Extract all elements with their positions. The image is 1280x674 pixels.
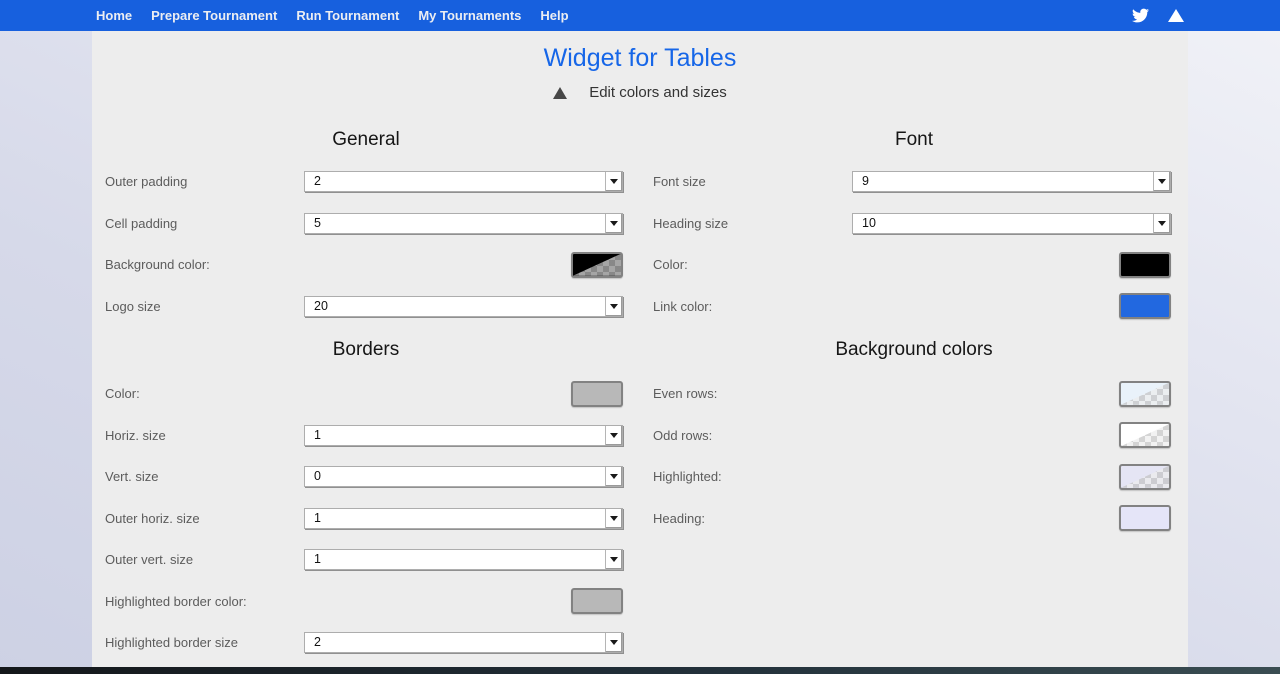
nav-item-help[interactable]: Help [540,0,568,31]
link-color-swatch[interactable] [1119,293,1171,319]
chevron-down-icon[interactable] [605,633,622,652]
combo-value: 9 [853,172,1153,191]
left-column: General Outer padding 2 Cell padding 5 B… [92,103,640,664]
edit-colors-toggle-label: Edit colors and sizes [589,84,727,101]
field-row: Outer vert. size 1 [92,539,640,581]
twitter-icon[interactable] [1130,7,1151,24]
up-triangle-icon [553,87,567,99]
field-row: Highlighted border color: [92,581,640,623]
even-rows-color-swatch[interactable] [1119,381,1171,407]
field-label: Vert. size [105,469,304,484]
field-row: Link color: [640,286,1188,328]
combo-value: 1 [305,426,605,445]
field-label: Even rows: [653,386,852,401]
field-row: Horiz. size 1 [92,415,640,457]
bottom-edge [0,667,1280,674]
background-color-swatch[interactable] [571,252,623,278]
field-label: Heading: [653,511,852,526]
chevron-down-icon[interactable] [605,467,622,486]
field-label: Outer horiz. size [105,511,304,526]
combo-value: 2 [305,633,605,652]
field-row: Outer horiz. size 1 [92,498,640,540]
heading-color-swatch[interactable] [1119,505,1171,531]
field-row: Cell padding 5 [92,203,640,245]
field-row: Even rows: [640,373,1188,415]
chevron-down-icon[interactable] [1153,172,1170,191]
edit-colors-toggle[interactable]: Edit colors and sizes [92,82,1188,103]
heading-size-select[interactable]: 10 [852,213,1171,234]
field-label: Highlighted border color: [105,594,304,609]
nav-item-my-tournaments[interactable]: My Tournaments [418,0,521,31]
field-row: Color: [92,373,640,415]
field-label: Highlighted border size [105,635,304,650]
field-row: Highlighted: [640,456,1188,498]
field-label: Color: [653,257,852,272]
field-label: Link color: [653,299,852,314]
navbar: Home Prepare Tournament Run Tournament M… [0,0,1280,31]
outer-vert-size-select[interactable]: 1 [304,549,623,570]
outer-padding-select[interactable]: 2 [304,171,623,192]
highlighted-border-size-select[interactable]: 2 [304,632,623,653]
settings-columns: General Outer padding 2 Cell padding 5 B… [92,103,1188,664]
chevron-down-icon[interactable] [605,297,622,316]
vert-size-select[interactable]: 0 [304,466,623,487]
field-label: Highlighted: [653,469,852,484]
field-row: Heading size 10 [640,203,1188,245]
field-label: Logo size [105,299,304,314]
font-color-swatch[interactable] [1119,252,1171,278]
field-label: Heading size [653,216,852,231]
combo-value: 5 [305,214,605,233]
font-size-select[interactable]: 9 [852,171,1171,192]
section-heading-font: Font [640,119,1188,161]
field-label: Cell padding [105,216,304,231]
combo-value: 0 [305,467,605,486]
combo-value: 1 [305,509,605,528]
nav-item-prepare-tournament[interactable]: Prepare Tournament [151,0,277,31]
section-heading-general: General [92,119,640,161]
chevron-down-icon[interactable] [1153,214,1170,233]
nav-item-run-tournament[interactable]: Run Tournament [296,0,399,31]
section-heading-borders: Borders [92,327,640,373]
border-color-swatch[interactable] [571,381,623,407]
field-row: Background color: [92,244,640,286]
field-label: Horiz. size [105,428,304,443]
field-label: Outer vert. size [105,552,304,567]
field-row: Highlighted border size 2 [92,622,640,664]
logo-size-select[interactable]: 20 [304,296,623,317]
field-row: Heading: [640,498,1188,540]
cell-padding-select[interactable]: 5 [304,213,623,234]
odd-rows-color-swatch[interactable] [1119,422,1171,448]
field-label: Odd rows: [653,428,852,443]
nav-item-home[interactable]: Home [96,0,132,31]
right-column: Font Font size 9 Heading size 10 Color: [640,103,1188,664]
field-row: Odd rows: [640,415,1188,457]
chevron-down-icon[interactable] [605,426,622,445]
outer-horiz-size-select[interactable]: 1 [304,508,623,529]
field-row: Color: [640,244,1188,286]
combo-value: 10 [853,214,1153,233]
field-row: Logo size 20 [92,286,640,328]
highlighted-border-color-swatch[interactable] [571,588,623,614]
section-heading-background-colors: Background colors [640,327,1188,373]
chevron-down-icon[interactable] [605,172,622,191]
field-label: Background color: [105,257,304,272]
chevron-down-icon[interactable] [605,214,622,233]
up-triangle-icon[interactable] [1168,9,1184,22]
field-row: Font size 9 [640,161,1188,203]
field-label: Outer padding [105,174,304,189]
field-label: Color: [105,386,304,401]
settings-panel: Widget for Tables Edit colors and sizes … [92,31,1188,667]
chevron-down-icon[interactable] [605,550,622,569]
field-row: Outer padding 2 [92,161,640,203]
combo-value: 1 [305,550,605,569]
chevron-down-icon[interactable] [605,509,622,528]
horiz-size-select[interactable]: 1 [304,425,623,446]
field-label: Font size [653,174,852,189]
field-row: Vert. size 0 [92,456,640,498]
page-title: Widget for Tables [92,44,1188,73]
highlighted-color-swatch[interactable] [1119,464,1171,490]
combo-value: 2 [305,172,605,191]
combo-value: 20 [305,297,605,316]
